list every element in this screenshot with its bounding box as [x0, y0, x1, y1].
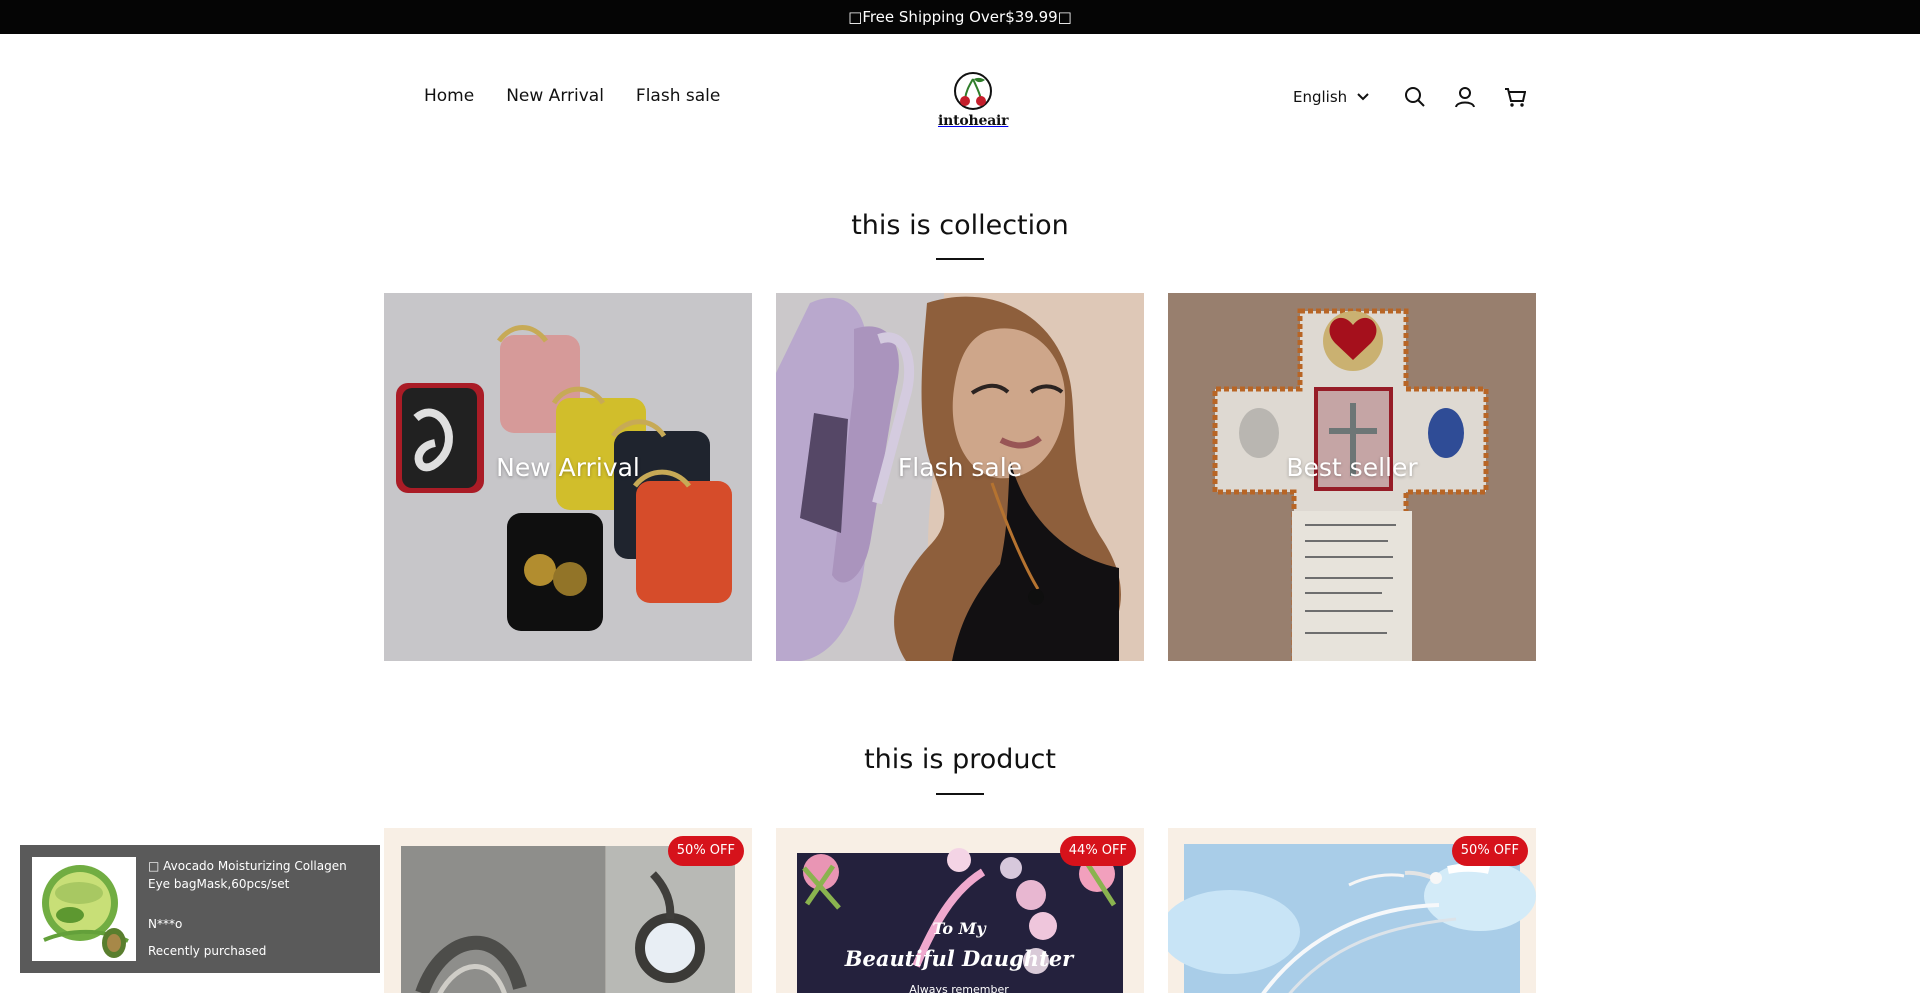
nav-flash-sale-link[interactable]: Flash sale: [636, 86, 720, 106]
collection-card-flash-sale[interactable]: Flash sale: [776, 293, 1144, 661]
bracelet-card-text-remember: Always remember: [909, 983, 1009, 993]
language-selected: English: [1293, 88, 1348, 106]
main-navigation: Home New Arrival Flash sale: [424, 86, 720, 106]
popup-purchase-status: Recently purchased: [148, 944, 267, 958]
announcement-bar: □Free Shipping Over$39.99□: [0, 0, 1920, 34]
nav-home-link[interactable]: Home: [424, 86, 474, 106]
account-icon[interactable]: [1454, 86, 1476, 108]
eye-mask-product-image: [32, 857, 136, 961]
popup-buyer-name: N***o: [148, 917, 183, 931]
language-selector[interactable]: English: [1293, 88, 1369, 106]
collection-section-title: this is collection: [851, 210, 1069, 241]
product-card[interactable]: 50% OFF: [384, 828, 752, 993]
collection-card-label: New Arrival: [496, 453, 640, 482]
cherry-logo-icon: [954, 72, 992, 110]
collection-card-label: Flash sale: [897, 453, 1023, 482]
recent-purchase-popup[interactable]: □ Avocado Moisturizing Collagen Eye bagM…: [20, 845, 380, 973]
popup-product-name: □ Avocado Moisturizing Collagen Eye bagM…: [148, 859, 347, 891]
bracelet-card-text-to-my: To My: [932, 919, 987, 938]
header-tools: [1404, 86, 1526, 108]
product-card[interactable]: 50% OFF: [1168, 828, 1536, 993]
product-section-title: this is product: [864, 744, 1056, 775]
product-grid: 50% OFF To My Beautiful Daughter Always …: [384, 828, 1536, 993]
collection-title-underline: [936, 258, 984, 260]
site-header: Home New Arrival Flash sale intoheair En…: [0, 34, 1920, 164]
popup-text-container: □ Avocado Moisturizing Collagen Eye bagM…: [148, 857, 372, 960]
collection-card-best-seller[interactable]: Best seller: [1168, 293, 1536, 661]
chevron-down-icon: [1357, 93, 1369, 101]
brand-logo-text: intoheair: [938, 113, 1009, 129]
collection-card-label: Best seller: [1286, 453, 1418, 482]
nav-new-arrival-link[interactable]: New Arrival: [506, 86, 604, 106]
discount-badge: 44% OFF: [1059, 836, 1136, 866]
cart-icon[interactable]: [1504, 86, 1526, 108]
search-icon[interactable]: [1404, 86, 1426, 108]
product-card[interactable]: To My Beautiful Daughter Always remember…: [776, 828, 1144, 993]
bracelet-card-text-daughter: Beautiful Daughter: [844, 946, 1075, 971]
discount-badge: 50% OFF: [667, 836, 744, 866]
brand-logo-link[interactable]: intoheair: [938, 72, 1009, 132]
purchased-product-thumbnail: [32, 857, 136, 961]
product-title-underline: [936, 793, 984, 795]
collection-card-new-arrival[interactable]: New Arrival: [384, 293, 752, 661]
announcement-text: □Free Shipping Over$39.99□: [848, 8, 1072, 26]
collection-grid: New Arrival Flash sale Best seller: [384, 293, 1536, 661]
discount-badge: 50% OFF: [1451, 836, 1528, 866]
